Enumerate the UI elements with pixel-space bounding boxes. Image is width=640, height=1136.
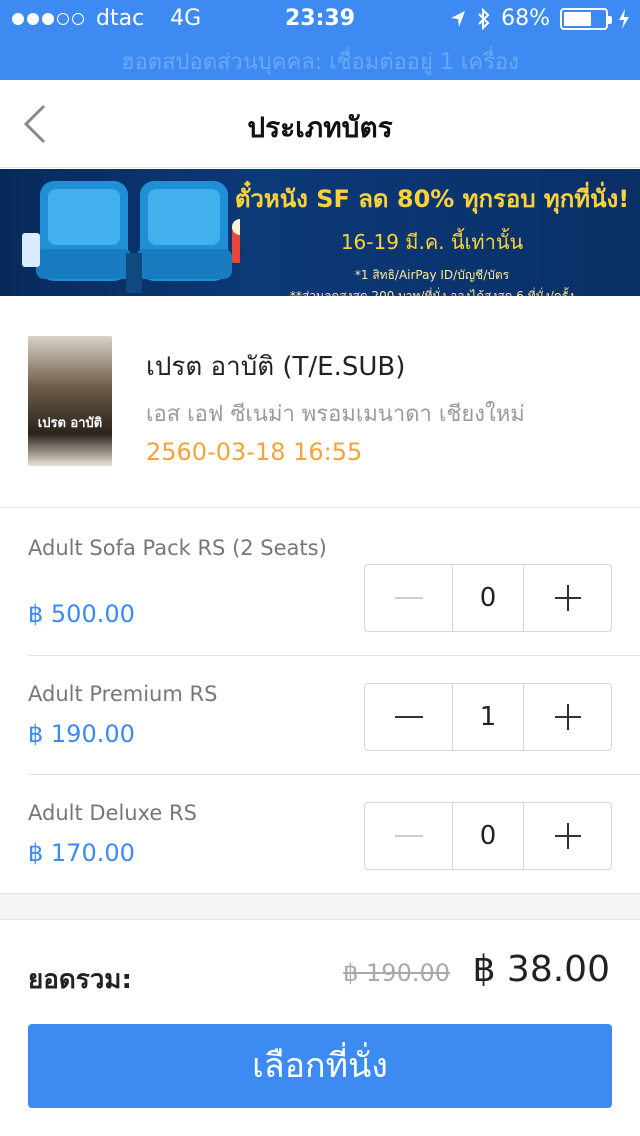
ticket-price: ฿ 190.00 (28, 720, 135, 748)
page-title: ประเภทบัตร (247, 111, 393, 144)
ticket-price: ฿ 500.00 (28, 600, 135, 628)
original-price: ฿ 190.00 (343, 959, 450, 987)
ticket-price: ฿ 170.00 (28, 839, 135, 867)
minus-icon (395, 716, 423, 718)
location-arrow-icon (451, 10, 466, 27)
minus-icon (395, 835, 423, 837)
movie-title: เปรต อาบัติ (T/E.SUB) (146, 352, 406, 382)
increment-button[interactable] (524, 684, 611, 750)
decrement-button[interactable] (365, 684, 452, 750)
total-label: ยอดรวม: (28, 965, 132, 995)
minus-icon (395, 597, 423, 599)
quantity-stepper: 0 (364, 564, 612, 632)
battery-percent: 68% (501, 6, 550, 31)
status-row: dtac 4G 23:39 68% (0, 0, 640, 40)
promo-dates: 16-19 มี.ค. นี้เท่านั้น (340, 230, 524, 254)
ticket-row: Adult Premium RS ฿ 190.00 1 (0, 656, 640, 775)
promo-condition-1: *1 สิทธิ/AirPay ID/บัญชี/บัตร (354, 268, 510, 282)
promo-text: ตั๋วหนัง SF ลด 80% ทุกรอบ ทุกที่นั่ง! 16… (232, 179, 632, 296)
quantity-value: 1 (452, 684, 524, 750)
showtime: 2560-03-18 16:55 (146, 438, 363, 466)
decrement-button[interactable] (365, 565, 452, 631)
hotspot-banner[interactable]: ฮอตสปอตส่วนบุคคล: เชื่อมต่ออยู่ 1 เครื่อ… (0, 44, 640, 79)
discounted-total: ฿ 38.00 (472, 949, 610, 990)
section-separator (0, 893, 640, 920)
status-right: 68% (449, 6, 630, 31)
quantity-value: 0 (452, 565, 524, 631)
quantity-value: 0 (452, 803, 524, 869)
charging-bolt-icon (619, 8, 629, 29)
status-bar: dtac 4G 23:39 68% ฮอตสปอตส่วนบุคคล: เชื่… (0, 0, 640, 80)
ticket-row: Adult Sofa Pack RS (2 Seats) ฿ 500.00 0 (0, 508, 640, 656)
ticket-type-name: Adult Premium RS (28, 682, 218, 706)
quantity-stepper: 0 (364, 802, 612, 870)
quantity-stepper: 1 (364, 683, 612, 751)
cinema-name: เอส เอฟ ซีเนม่า พรอมเมนาดา เชียงใหม่ (146, 402, 525, 427)
movie-info: เปรต อาบัติ เปรต อาบัติ (T/E.SUB) เอส เอ… (0, 296, 640, 508)
movie-poster: เปรต อาบัติ (28, 336, 112, 466)
ticket-type-name: Adult Deluxe RS (28, 801, 197, 825)
increment-button[interactable] (524, 803, 611, 869)
navigation-bar: ประเภทบัตร (0, 80, 640, 168)
battery-icon (560, 7, 612, 30)
bluetooth-icon (478, 7, 490, 30)
promo-headline: ตั๋วหนัง SF ลด 80% ทุกรอบ ทุกที่นั่ง! (234, 185, 630, 213)
increment-button[interactable] (524, 565, 611, 631)
decrement-button[interactable] (365, 803, 452, 869)
poster-title: เปรต อาบัติ (37, 416, 103, 431)
promo-banner[interactable]: ตั๋วหนัง SF ลด 80% ทุกรอบ ทุกที่นั่ง! 16… (0, 169, 640, 296)
ticket-row: Adult Deluxe RS ฿ 170.00 0 (0, 775, 640, 893)
promo-condition-2: **ส่วนลดสูงสุด 200 บาท/ที่นั่ง จองได้สูง… (289, 289, 575, 296)
select-seat-button[interactable]: เลือกที่นั่ง (28, 1024, 612, 1108)
ticket-type-name: Adult Sofa Pack RS (2 Seats) (28, 536, 327, 560)
cinema-seats-illustration (22, 181, 240, 293)
order-summary: ยอดรวม: ฿ 190.00 ฿ 38.00 เลือกที่นั่ง (0, 921, 640, 1136)
